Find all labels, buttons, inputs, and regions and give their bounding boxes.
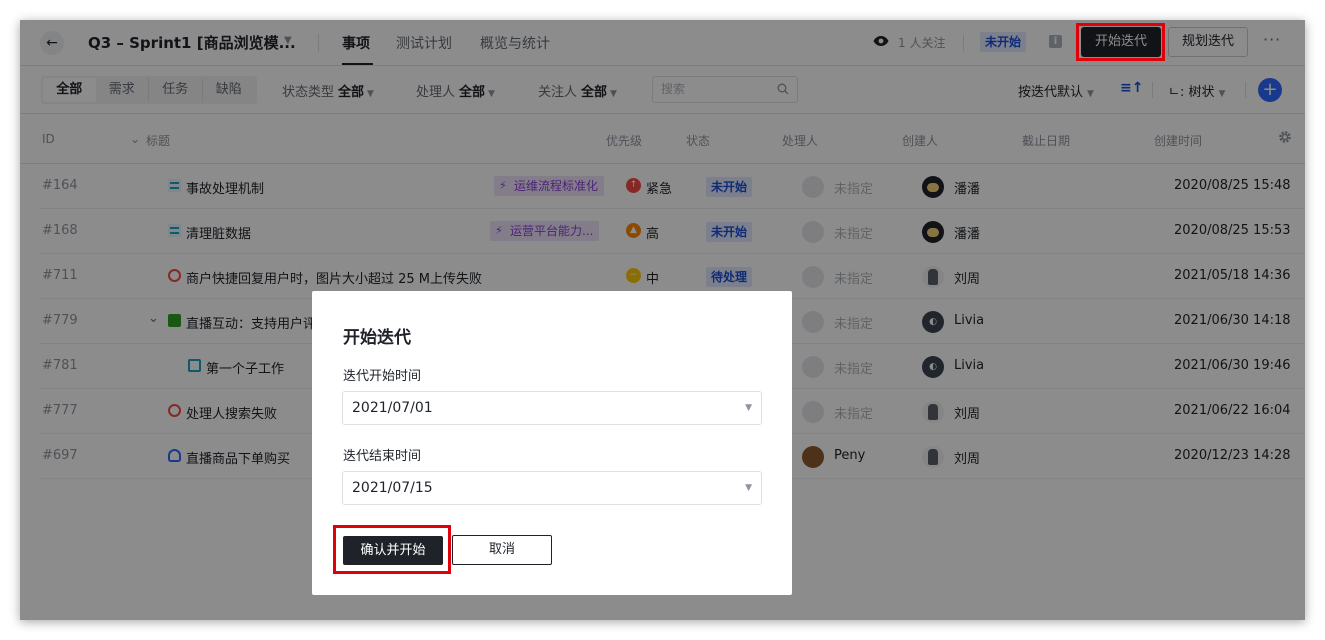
end-date-select[interactable]: 2021/07/15 ▼ xyxy=(342,471,762,505)
start-date-value: 2021/07/01 xyxy=(352,400,433,416)
cancel-button[interactable]: 取消 xyxy=(452,535,552,565)
chevron-down-icon: ▼ xyxy=(745,403,752,413)
end-date-value: 2021/07/15 xyxy=(352,480,433,496)
start-date-select[interactable]: 2021/07/01 ▼ xyxy=(342,391,762,425)
chevron-down-icon: ▼ xyxy=(745,483,752,493)
app-window: ← Q3 – Sprint1 [商品浏览模... ▼ 事项 测试计划 概览与统计… xyxy=(20,20,1305,620)
highlight-frame xyxy=(333,525,451,574)
dialog-title: 开始迭代 xyxy=(343,328,411,348)
start-time-label: 迭代开始时间 xyxy=(343,369,422,384)
highlight-frame xyxy=(1076,23,1165,61)
end-time-label: 迭代结束时间 xyxy=(343,449,422,464)
